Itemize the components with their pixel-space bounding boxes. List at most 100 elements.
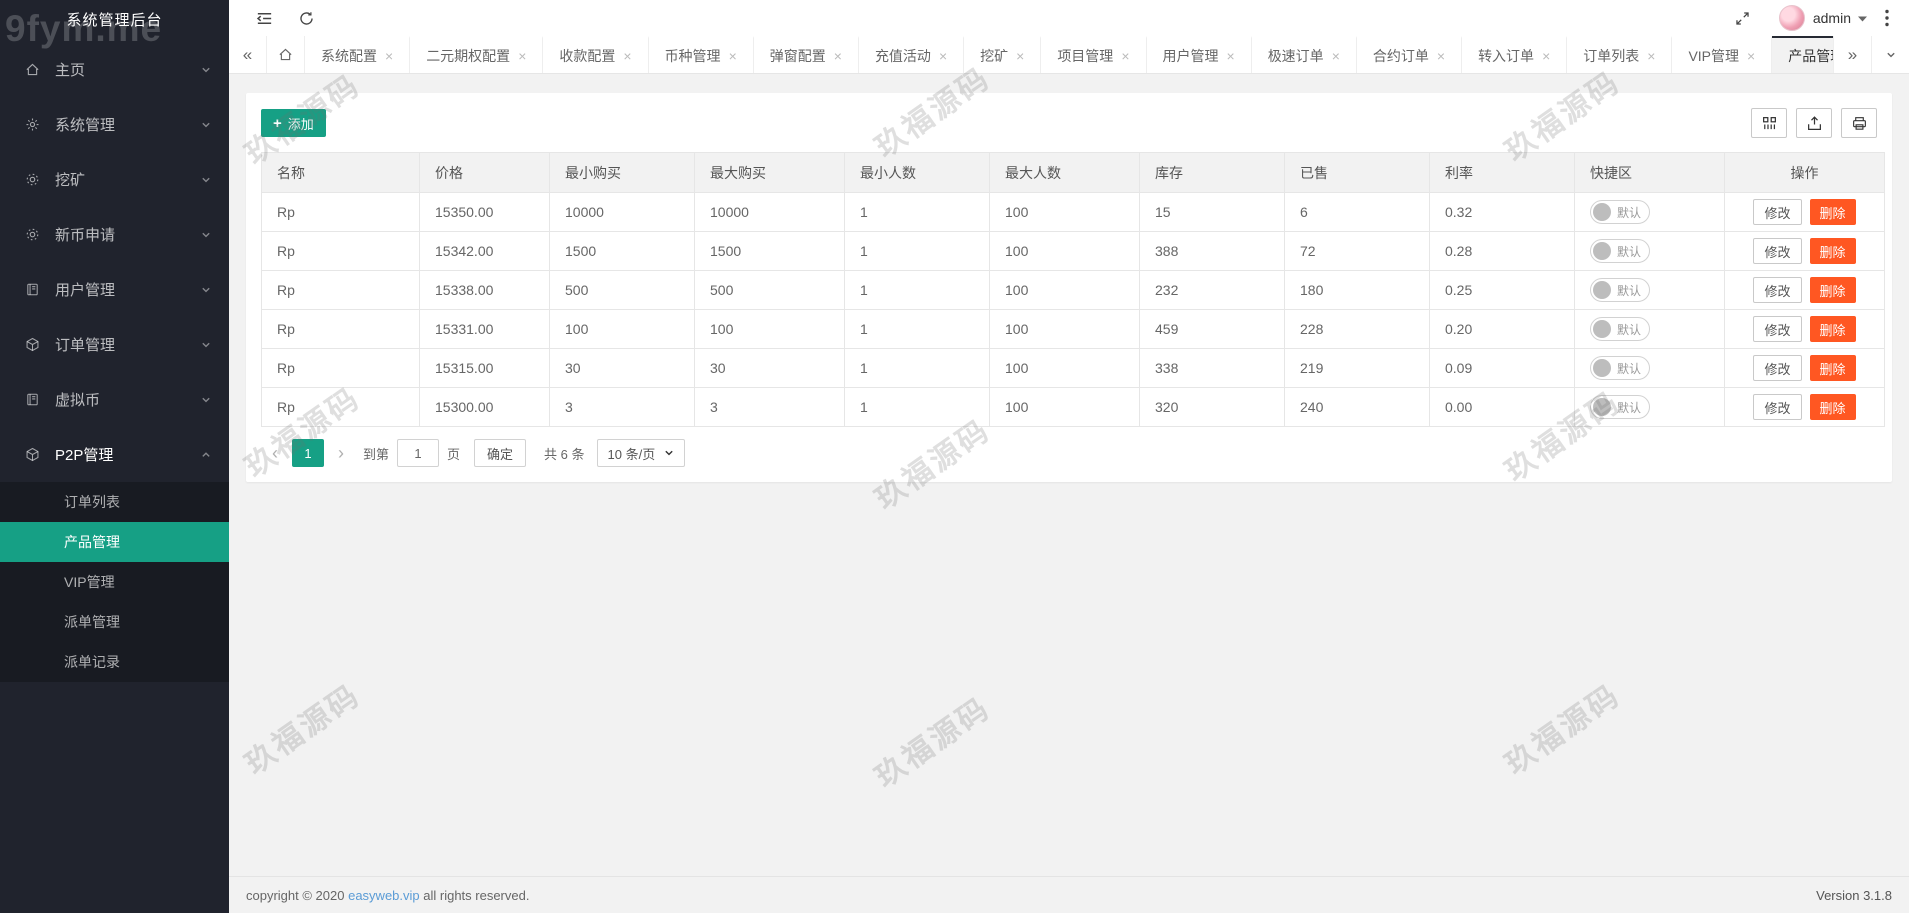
close-tab-icon[interactable]: × xyxy=(385,49,393,63)
cell-stock: 388 xyxy=(1139,231,1285,271)
delete-button[interactable]: 删除 xyxy=(1809,199,1856,225)
cell-max_buy: 100 xyxy=(694,309,845,349)
easyweb-link[interactable]: easyweb.vip xyxy=(348,888,420,903)
sidebar-item-7[interactable]: P2P管理 xyxy=(0,427,229,482)
prev-page-button[interactable]: ‹ xyxy=(261,439,289,467)
delete-button[interactable]: 删除 xyxy=(1809,277,1856,303)
cell-max_people: 100 xyxy=(989,270,1140,310)
tab-11[interactable]: 转入订单 × xyxy=(1462,36,1568,73)
sidebar-item-3[interactable]: 新币申请 xyxy=(0,207,229,262)
default-switch-toggle[interactable]: 默认 xyxy=(1590,278,1650,302)
avatar[interactable] xyxy=(1778,5,1805,31)
close-tab-icon[interactable]: × xyxy=(1542,49,1550,63)
cell-switch: 默认 xyxy=(1574,309,1725,349)
default-switch-toggle[interactable]: 默认 xyxy=(1590,395,1650,419)
edit-button[interactable]: 修改 xyxy=(1753,316,1802,342)
sidebar-item-2[interactable]: 挖矿 xyxy=(0,152,229,207)
chevron-down-icon xyxy=(1886,50,1896,60)
tab-label: 极速订单 xyxy=(1267,47,1324,64)
column-header-7: 已售 xyxy=(1284,152,1430,193)
close-tab-icon[interactable]: × xyxy=(1121,49,1129,63)
cube-icon xyxy=(25,337,42,352)
sidebar-item-5[interactable]: 订单管理 xyxy=(0,317,229,372)
collapse-menu-icon[interactable] xyxy=(243,0,286,36)
tab-5[interactable]: 充值活动 × xyxy=(859,36,965,73)
close-tab-icon[interactable]: × xyxy=(1437,49,1445,63)
sidebar-item-1[interactable]: 系统管理 xyxy=(0,97,229,152)
sidebar-item-0[interactable]: 主页 xyxy=(0,42,229,97)
add-button[interactable]: + 添加 xyxy=(261,109,326,137)
cell-sold: 6 xyxy=(1284,192,1430,232)
cell-actions: 修改 删除 xyxy=(1724,348,1885,388)
tab-13[interactable]: VIP管理 × xyxy=(1672,36,1773,73)
close-tab-icon[interactable]: × xyxy=(1227,49,1235,63)
close-tab-icon[interactable]: × xyxy=(1647,49,1655,63)
tabs-scroll-left-button[interactable]: « xyxy=(229,36,267,73)
edit-button[interactable]: 修改 xyxy=(1753,277,1802,303)
tab-12[interactable]: 订单列表 × xyxy=(1567,36,1673,73)
default-switch-toggle[interactable]: 默认 xyxy=(1590,200,1650,224)
table-body: Rp 15350.00 10000 10000 1 100 15 6 0.32 默认 修改 删除 Rp 1… xyxy=(261,192,1885,427)
print-button[interactable] xyxy=(1841,108,1877,138)
edit-button[interactable]: 修改 xyxy=(1753,355,1802,381)
goto-confirm-button[interactable]: 确定 xyxy=(474,439,527,467)
next-page-button[interactable]: › xyxy=(327,439,355,467)
default-switch-toggle[interactable]: 默认 xyxy=(1590,356,1650,380)
fullscreen-icon[interactable] xyxy=(1722,10,1763,27)
tab-0[interactable]: 系统配置 × xyxy=(305,36,411,73)
close-tab-icon[interactable]: × xyxy=(1332,49,1340,63)
tabs-scroll-right-button[interactable]: » xyxy=(1833,36,1871,73)
delete-button[interactable]: 删除 xyxy=(1809,316,1856,342)
cell-actions: 修改 删除 xyxy=(1724,231,1885,271)
chevron-down-icon xyxy=(201,120,211,130)
tabs-menu-button[interactable] xyxy=(1871,36,1909,73)
sidebar-subitem-2[interactable]: VIP管理 xyxy=(0,562,229,602)
edit-button[interactable]: 修改 xyxy=(1753,394,1802,420)
tab-4[interactable]: 弹窗配置 × xyxy=(754,36,859,73)
default-switch-toggle[interactable]: 默认 xyxy=(1590,239,1650,263)
tab-3[interactable]: 币种管理 × xyxy=(649,36,754,73)
switch-knob xyxy=(1593,203,1611,221)
close-tab-icon[interactable]: × xyxy=(729,49,737,63)
sidebar-subitem-1[interactable]: 产品管理 xyxy=(0,522,229,562)
edit-button[interactable]: 修改 xyxy=(1753,199,1802,225)
cell-min_people: 1 xyxy=(844,309,990,349)
tab-1[interactable]: 二元期权配置 × xyxy=(410,36,544,73)
page-number-1[interactable]: 1 xyxy=(292,439,324,467)
user-menu[interactable]: admin xyxy=(1813,10,1867,26)
goto-page-input[interactable] xyxy=(397,439,440,467)
tab-2[interactable]: 收款配置 × xyxy=(543,36,649,73)
sidebar-subitem-0[interactable]: 订单列表 xyxy=(0,482,229,522)
tab-8[interactable]: 用户管理 × xyxy=(1147,36,1252,73)
delete-button[interactable]: 删除 xyxy=(1809,394,1856,420)
table-header-row: 名称 价格 最小购买 最大购买 最小人数 最大人数 库存 已售 利率 快捷区 操作 xyxy=(261,152,1885,193)
tab-9[interactable]: 极速订单 × xyxy=(1252,36,1357,73)
sidebar-subitem-4[interactable]: 派单记录 xyxy=(0,642,229,682)
export-button[interactable] xyxy=(1796,108,1832,138)
columns-filter-button[interactable] xyxy=(1751,108,1787,138)
tab-6[interactable]: 挖矿 × xyxy=(964,36,1042,73)
close-tab-icon[interactable]: × xyxy=(623,49,631,63)
default-switch-toggle[interactable]: 默认 xyxy=(1590,317,1650,341)
home-tab[interactable] xyxy=(267,36,305,73)
tab-14[interactable]: 产品管理× xyxy=(1772,36,1833,73)
close-tab-icon[interactable]: × xyxy=(518,49,526,63)
cell-sold: 240 xyxy=(1284,387,1430,427)
cell-max_buy: 3 xyxy=(694,387,845,427)
tab-10[interactable]: 合约订单 × xyxy=(1357,36,1463,73)
close-tab-icon[interactable]: × xyxy=(1747,49,1755,63)
sidebar-item-6[interactable]: 虚拟币 xyxy=(0,372,229,427)
refresh-icon[interactable] xyxy=(286,0,327,36)
edit-button[interactable]: 修改 xyxy=(1753,238,1802,264)
tab-7[interactable]: 项目管理 × xyxy=(1041,36,1147,73)
delete-button[interactable]: 删除 xyxy=(1809,238,1856,264)
close-tab-icon[interactable]: × xyxy=(939,49,947,63)
more-vertical-icon[interactable] xyxy=(1867,9,1895,27)
sidebar-item-4[interactable]: 用户管理 xyxy=(0,262,229,317)
page-size-select[interactable]: 10 条/页 xyxy=(596,439,686,467)
cell-min_people: 1 xyxy=(844,387,990,427)
close-tab-icon[interactable]: × xyxy=(834,49,842,63)
sidebar-subitem-3[interactable]: 派单管理 xyxy=(0,602,229,642)
delete-button[interactable]: 删除 xyxy=(1809,355,1856,381)
close-tab-icon[interactable]: × xyxy=(1016,49,1024,63)
